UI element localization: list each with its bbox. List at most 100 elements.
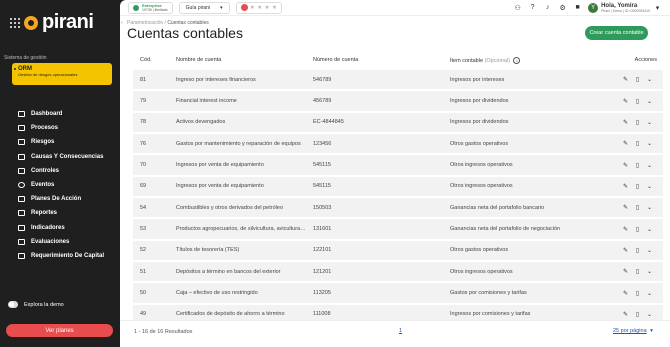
chevron-down-icon[interactable]: ⌄ [646,290,653,297]
cell-name: Financial interest income [176,98,237,105]
sidebar-item-procesos[interactable]: Procesos [18,121,104,135]
edit-icon[interactable]: ✎ [622,247,629,254]
page-link[interactable]: 1 [399,328,402,334]
view-plans-button[interactable]: Ver planes [6,324,113,337]
chevron-down-icon[interactable]: ⌄ [646,119,653,126]
chevron-down-icon[interactable]: ⌄ [646,183,653,190]
sidebar-item-evaluaciones[interactable]: Evaluaciones [18,235,104,249]
chevron-down-icon[interactable]: ⌄ [646,311,653,318]
notifications-icon[interactable]: ■ [573,4,582,11]
edit-icon[interactable]: ✎ [622,98,629,105]
trash-icon[interactable]: ▯ [634,98,641,105]
sidebar-item-capital[interactable]: Requerimiento De Capital [18,249,104,263]
table-row[interactable]: 54 Combustibles y otros derivados del pet… [133,198,663,220]
trash-icon[interactable]: ▯ [634,226,641,233]
edit-icon[interactable]: ✎ [622,140,629,147]
edit-icon[interactable]: ✎ [622,226,629,233]
edit-icon[interactable]: ✎ [622,119,629,126]
table-row[interactable]: 70 Ingresos por venta de equipamiento 5451… [133,155,663,177]
trash-icon[interactable]: ▯ [634,119,641,126]
row-actions: ✎ ▯ ⌄ [602,119,663,126]
table-row[interactable]: 51 Depósitos a término en bancos del exte… [133,262,663,284]
edit-icon[interactable]: ✎ [622,268,629,275]
chevron-down-icon[interactable]: ⌄ [646,140,653,147]
guide-dropdown[interactable]: Guía pirani ▾ [178,1,230,14]
chevron-down-icon[interactable]: ⌄ [646,98,653,105]
table-row[interactable]: 76 Gastos por mantenimiento y reparación … [133,134,663,156]
sidebar-item-indicadores[interactable]: Indicadores [18,221,104,235]
chevron-down-icon[interactable]: ⌄ [646,268,653,275]
table-row[interactable]: 52 Títulos de tesorería (TES) 122101 Otros … [133,240,663,263]
table-row[interactable]: 53 Productos agropecuarios, de silvicultu… [133,219,663,241]
star-icon[interactable]: ★ [264,4,269,11]
explore-demo-toggle[interactable]: Explora la demo [8,301,64,308]
star-icon[interactable]: ★ [257,4,262,11]
edit-icon[interactable]: ✎ [622,290,629,297]
create-account-button[interactable]: Crear cuenta contable [585,26,648,40]
toggle-switch-icon[interactable] [8,301,18,308]
header-name[interactable]: Nombre de cuenta [176,57,313,63]
bell-icon[interactable]: ♪ [543,4,552,11]
user-menu[interactable]: Y Hola, Yomira Pirani | Demo | ID: 00000… [588,2,662,13]
edit-icon[interactable]: ✎ [622,311,629,318]
sidebar-item-reportes[interactable]: Reportes [18,206,104,220]
trash-icon[interactable]: ▯ [634,247,641,254]
edit-icon[interactable]: ✎ [622,76,629,83]
edit-icon[interactable]: ✎ [622,162,629,169]
trash-icon[interactable]: ▯ [634,162,641,169]
sidebar-item-eventos[interactable]: Eventos [18,178,104,192]
header-number[interactable]: Número de cuenta [313,57,450,63]
edit-icon[interactable]: ✎ [622,183,629,190]
star-icon[interactable]: ★ [272,4,277,11]
row-actions: ✎ ▯ ⌄ [602,204,663,211]
table-row[interactable]: 79 Financial interest income 456789 Ingreso… [133,91,663,113]
per-page-select[interactable]: 25 por página ▾ [613,328,653,334]
sidebar-item-dashboard[interactable]: Dashboard [18,107,104,121]
chevron-down-icon[interactable]: ⌄ [646,226,653,233]
header-code[interactable]: Cód. [133,57,176,63]
star-icon[interactable]: ★ [250,4,255,11]
trash-icon[interactable]: ▯ [634,204,641,211]
row-actions: ✎ ▯ ⌄ [602,162,663,169]
sidebar-item-label: Eventos [31,182,55,189]
trash-icon[interactable]: ▯ [634,311,641,318]
sidebar: pirani Sistema de gestión ORM Gestión de… [0,0,120,347]
table-row[interactable]: 50 Caja – efectivo de uso restringido 1132… [133,283,663,305]
header-item[interactable]: Ítem contable (Opcional) i [450,56,602,64]
trash-icon[interactable]: ▯ [634,290,641,297]
plans-icon [18,196,25,203]
table-row[interactable]: 69 Ingresos por venta de equipamiento 5451… [133,176,663,199]
trash-icon[interactable]: ▯ [634,268,641,275]
apps-grid-icon[interactable] [10,17,20,28]
rating-widget[interactable]: ★ ★ ★ ★ [235,1,283,14]
cell-number: 113205 [313,290,331,297]
edit-icon[interactable]: ✎ [622,204,629,211]
app-logo[interactable]: pirani [10,11,94,34]
row-actions: ✎ ▯ ⌄ [602,311,663,318]
users-icon[interactable]: ⚇ [513,4,522,12]
chevron-down-icon[interactable]: ⌄ [646,76,653,83]
collapse-sidebar-icon[interactable]: ‹ [121,20,123,26]
table-row[interactable]: 78 Activos devengados EC-4844845 Ingresos p… [133,112,663,135]
sidebar-item-label: Indicadores [31,224,65,231]
sidebar-item-riesgos[interactable]: Riesgos [18,135,104,149]
trash-icon[interactable]: ▯ [634,140,641,147]
trash-icon[interactable]: ▯ [634,76,641,83]
plan-badge[interactable]: Enterprise 19739 | Ilimitado [128,1,173,14]
help-icon[interactable]: ? [528,4,537,11]
chevron-down-icon[interactable]: ⌄ [646,204,653,211]
user-sub: Pirani | Demo | ID: 0000005419 [601,8,650,13]
sidebar-item-causas[interactable]: Causas Y Consecuencias [18,150,104,164]
chevron-down-icon[interactable]: ⌄ [646,247,653,254]
info-icon[interactable]: i [513,56,521,64]
sidebar-item-planes[interactable]: Planes De Acción [18,192,104,206]
chevron-down-icon[interactable]: ⌄ [646,162,653,169]
gear-icon[interactable]: ⚙ [558,4,567,12]
module-selector[interactable]: ORM Gestión de riesgos operacionales [12,63,112,85]
table-row[interactable]: 81 Ingreso por intereses financieros 54678… [133,70,663,92]
plan-sub: 19739 | Ilimitado [142,7,168,12]
trash-icon[interactable]: ▯ [634,183,641,190]
capital-icon [18,252,25,259]
table-header: Cód. Nombre de cuenta Número de cuenta Í… [133,50,663,70]
sidebar-item-controles[interactable]: Controles [18,164,104,178]
